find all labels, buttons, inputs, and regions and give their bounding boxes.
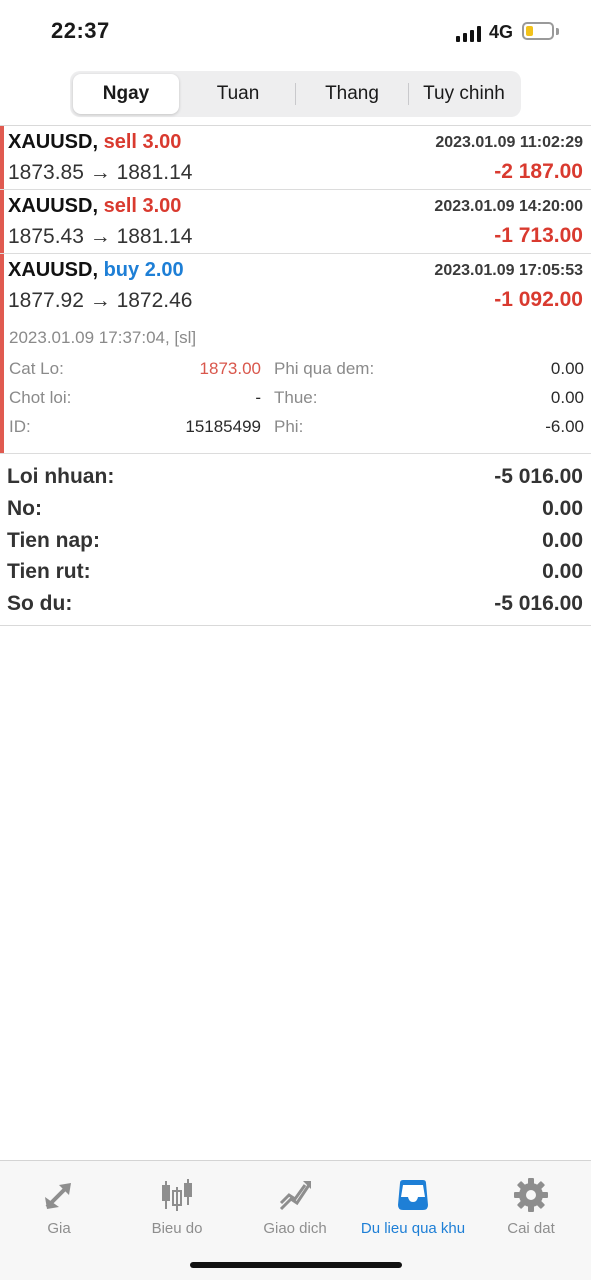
summary-value: 0.00	[542, 529, 583, 552]
tab-history[interactable]: Du lieu qua khu	[354, 1169, 472, 1239]
segment-month[interactable]: Thang	[297, 74, 407, 114]
battery-tip	[556, 28, 559, 35]
tab-label: Gia	[47, 1220, 71, 1237]
deal-symbol: XAUUSD, sell 3.00	[8, 131, 181, 154]
summary-value: -5 016.00	[494, 465, 583, 488]
deal-row[interactable]: XAUUSD, sell 3.00 2023.01.09 11:02:29 18…	[0, 126, 591, 190]
id-label: ID:	[9, 417, 31, 436]
swap-label: Phi qua dem:	[274, 359, 375, 378]
tab-label: Giao dich	[263, 1220, 327, 1237]
symbol-name: XAUUSD,	[8, 195, 99, 217]
price-arrows-icon	[45, 1183, 71, 1209]
summary-label: Tien nap:	[7, 529, 100, 552]
segment-day[interactable]: Ngay	[73, 74, 179, 114]
deal-profit: -1 092.00	[494, 288, 583, 311]
summary-value: -5 016.00	[494, 592, 583, 615]
tab-label: Cai dat	[507, 1220, 555, 1237]
summary-label: Tien rut:	[7, 560, 91, 583]
tax-label: Thue:	[274, 388, 318, 407]
stop-loss-label: Cat Lo:	[9, 359, 64, 378]
id-value: 15185499	[185, 417, 261, 436]
fee-value: -6.00	[545, 417, 584, 436]
deal-side: sell 3.00	[103, 195, 182, 217]
status-bar: 22:37 4G	[0, 0, 591, 64]
summary-label: Loi nhuan:	[7, 465, 115, 488]
network-type: 4G	[489, 22, 514, 42]
status-time: 22:37	[51, 18, 110, 43]
summary-value: 0.00	[542, 560, 583, 583]
deal-close-line: 2023.01.09 17:37:04, [sl]	[9, 328, 197, 347]
segment-divider	[408, 83, 409, 105]
period-segmented-control: Ngay Tuan Thang Tuy chinh	[70, 71, 521, 117]
swap-value: 0.00	[550, 359, 584, 378]
segment-custom[interactable]: Tuy chinh	[410, 74, 518, 114]
deal-time: 2023.01.09 14:20:00	[434, 198, 583, 215]
deal-side: buy 2.00	[103, 259, 184, 281]
summary-label: So du:	[7, 592, 73, 615]
deal-side: sell 3.00	[103, 131, 182, 153]
deal-prices: 1877.92 → 1872.46	[8, 289, 193, 312]
segment-week[interactable]: Tuan	[183, 74, 293, 114]
deal-time: 2023.01.09 11:02:29	[435, 134, 583, 151]
candlestick-chart-icon	[162, 1179, 192, 1211]
take-profit-label: Chot loi:	[9, 388, 72, 407]
deal-time: 2023.01.09 17:05:53	[434, 262, 583, 279]
home-indicator	[190, 1262, 402, 1268]
row-divider	[0, 453, 591, 454]
deal-prices: 1875.43 → 1881.14	[8, 225, 193, 248]
deal-symbol: XAUUSD, sell 3.00	[8, 195, 181, 218]
deal-prices: 1873.85 → 1881.14	[8, 161, 193, 184]
deal-row[interactable]: XAUUSD, sell 3.00 2023.01.09 14:20:00 18…	[0, 190, 591, 254]
battery-icon	[522, 22, 554, 40]
gear-icon	[514, 1178, 548, 1212]
summary-label: No:	[7, 497, 42, 520]
deal-row-expanded[interactable]: XAUUSD, buy 2.00 2023.01.09 17:05:53 187…	[0, 254, 591, 453]
cellular-signal-icon	[456, 26, 481, 42]
tab-label: Bieu do	[151, 1220, 203, 1237]
deal-profit: -1 713.00	[494, 224, 583, 247]
fee-label: Phi:	[274, 417, 304, 436]
tab-trade[interactable]: Giao dich	[236, 1169, 354, 1239]
segment-divider	[295, 83, 296, 105]
tab-price[interactable]: Gia	[0, 1169, 118, 1239]
summary-bottom-divider	[0, 625, 591, 626]
tab-settings[interactable]: Cai dat	[472, 1169, 590, 1239]
tab-label: Du lieu qua khu	[360, 1220, 466, 1237]
tab-chart[interactable]: Bieu do	[118, 1169, 236, 1239]
summary-value: 0.00	[542, 497, 583, 520]
symbol-name: XAUUSD,	[8, 259, 99, 281]
deal-profit: -2 187.00	[494, 160, 583, 183]
stop-loss-value: 1873.00	[199, 359, 261, 378]
trade-chart-icon	[279, 1181, 311, 1211]
history-inbox-icon	[398, 1180, 428, 1210]
deal-symbol: XAUUSD, buy 2.00	[8, 259, 184, 282]
tax-value: 0.00	[550, 388, 584, 407]
take-profit-value: -	[255, 388, 261, 407]
symbol-name: XAUUSD,	[8, 131, 99, 153]
